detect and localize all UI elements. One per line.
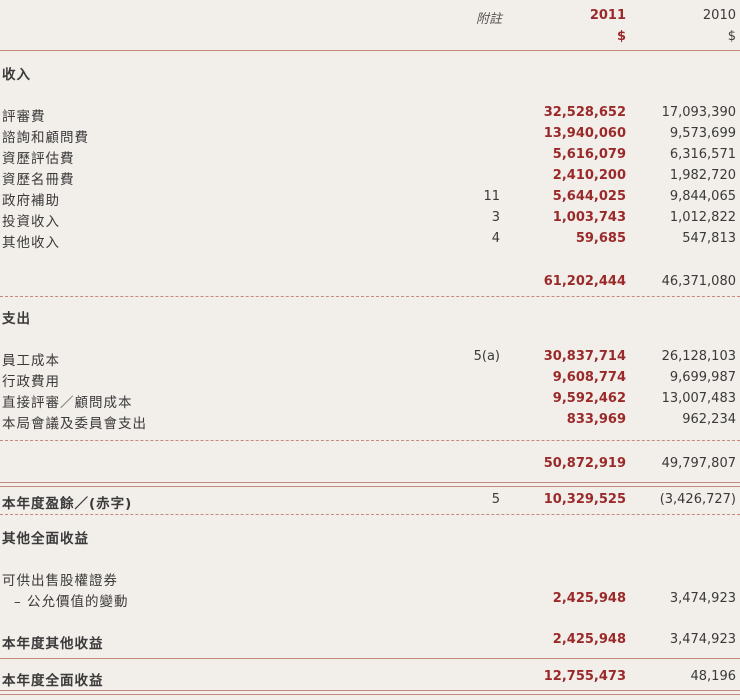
income-row-value-2010: 9,573,699 <box>669 126 736 141</box>
header-unit-2010: $ <box>727 29 736 44</box>
oci-total-2011: 2,425,948 <box>552 632 626 647</box>
header-note: 附註 <box>475 12 502 27</box>
oci-item-2011: 2,425,948 <box>552 591 626 606</box>
oci-item-label: – 公允價值的變動 <box>14 594 129 610</box>
expense-row-value-2011: 9,608,774 <box>552 370 626 385</box>
oci-title: 其他全面收益 <box>2 531 89 547</box>
income-row-value-2011: 2,410,200 <box>552 168 626 183</box>
income-row-value-2011: 13,940,060 <box>543 126 626 141</box>
income-row-label: 資歷評估費 <box>2 151 75 167</box>
oci-total-label: 本年度其他收益 <box>2 636 104 652</box>
income-row-value-2011: 59,685 <box>575 231 626 246</box>
expense-row-note: 5(a) <box>473 349 500 364</box>
income-row-value-2010: 9,844,065 <box>669 189 736 204</box>
expense-divider-2 <box>0 486 740 487</box>
expense-row-value-2010: 9,699,987 <box>669 370 736 385</box>
income-row-value-2010: 547,813 <box>682 231 736 246</box>
income-row-value-2011: 1,003,743 <box>552 210 626 225</box>
expense-row-label: 本局會議及委員會支出 <box>2 416 147 432</box>
oci-item-2010: 3,474,923 <box>669 591 736 606</box>
surplus-2011: 10,329,525 <box>543 492 626 507</box>
surplus-label: 本年度盈餘／(赤字) <box>2 496 133 512</box>
income-row-label: 諮詢和顧問費 <box>2 130 89 146</box>
income-row-label: 其他收入 <box>2 235 60 251</box>
income-row-value-2011: 32,528,652 <box>543 105 626 120</box>
income-row-value-2010: 1,982,720 <box>669 168 736 183</box>
income-row-label: 評審費 <box>2 109 46 125</box>
surplus-divider <box>0 514 740 515</box>
income-row-note: 11 <box>483 189 500 204</box>
income-total-2010: 46,371,080 <box>661 274 736 289</box>
header-unit-2011: $ <box>616 29 626 44</box>
header-divider <box>0 50 740 51</box>
surplus-note: 5 <box>491 492 500 507</box>
expense-row-value-2011: 833,969 <box>566 412 626 427</box>
expense-row-value-2011: 30,837,714 <box>543 349 626 364</box>
total-2011: 12,755,473 <box>543 669 626 684</box>
expense-row-value-2010: 26,128,103 <box>661 349 736 364</box>
total-divider-2 <box>0 694 740 695</box>
expense-row-label: 行政費用 <box>2 374 60 390</box>
expense-row-value-2011: 9,592,462 <box>552 391 626 406</box>
header-year-2011: 2011 <box>589 8 626 23</box>
total-label: 本年度全面收益 <box>2 673 104 689</box>
income-row-label: 資歷名冊費 <box>2 172 75 188</box>
expense-title: 支出 <box>2 311 31 327</box>
expense-total-2010: 49,797,807 <box>661 456 736 471</box>
oci-divider <box>0 658 740 659</box>
surplus-2010: (3,426,727) <box>659 492 736 507</box>
total-divider-1 <box>0 690 740 691</box>
income-title: 收入 <box>2 67 31 83</box>
expense-divider-1 <box>0 482 740 483</box>
expense-row-label: 員工成本 <box>2 353 60 369</box>
income-row-value-2010: 6,316,571 <box>669 147 736 162</box>
income-row-value-2010: 1,012,822 <box>669 210 736 225</box>
expense-divider-top <box>0 440 740 441</box>
expense-row-label: 直接評審／顧問成本 <box>2 395 133 411</box>
oci-total-2010: 3,474,923 <box>669 632 736 647</box>
expense-total-2011: 50,872,919 <box>543 456 626 471</box>
income-row-value-2011: 5,644,025 <box>552 189 626 204</box>
income-row-value-2010: 17,093,390 <box>661 105 736 120</box>
expense-row-value-2010: 962,234 <box>682 412 736 427</box>
income-total-2011: 61,202,444 <box>543 274 626 289</box>
income-row-note: 3 <box>491 210 500 225</box>
expense-row-value-2010: 13,007,483 <box>661 391 736 406</box>
income-row-value-2011: 5,616,079 <box>552 147 626 162</box>
income-row-note: 4 <box>491 231 500 246</box>
oci-subtitle: 可供出售股權證券 <box>2 573 118 589</box>
income-row-label: 投資收入 <box>2 214 60 230</box>
income-divider <box>0 296 740 297</box>
header-year-2010: 2010 <box>702 8 736 23</box>
total-2010: 48,196 <box>690 669 737 684</box>
income-row-label: 政府補助 <box>2 193 60 209</box>
